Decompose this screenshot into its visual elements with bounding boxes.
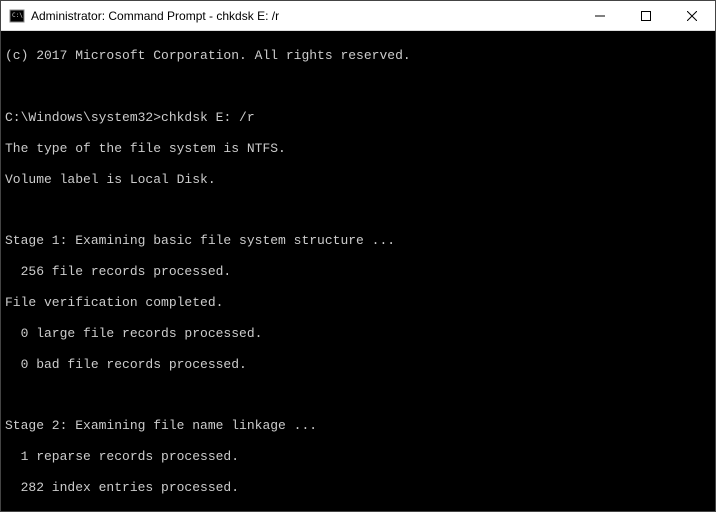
- terminal-line: [5, 79, 711, 94]
- minimize-button[interactable]: [577, 1, 623, 30]
- prompt-path: C:\Windows\system32>: [5, 110, 161, 125]
- terminal-line: The type of the file system is NTFS.: [5, 141, 711, 156]
- terminal-line: Volume label is Local Disk.: [5, 172, 711, 187]
- terminal-line: File verification completed.: [5, 295, 711, 310]
- window-title: Administrator: Command Prompt - chkdsk E…: [31, 9, 577, 23]
- terminal-line: Stage 2: Examining file name linkage ...: [5, 418, 711, 433]
- titlebar: C:\ Administrator: Command Prompt - chkd…: [1, 1, 715, 31]
- terminal-output[interactable]: (c) 2017 Microsoft Corporation. All righ…: [1, 31, 715, 511]
- terminal-line: 282 index entries processed.: [5, 480, 711, 495]
- terminal-line: 256 file records processed.: [5, 264, 711, 279]
- terminal-line: 1 reparse records processed.: [5, 449, 711, 464]
- cmd-icon: C:\: [9, 8, 25, 24]
- window-controls: [577, 1, 715, 30]
- terminal-line: [5, 387, 711, 402]
- terminal-line: [5, 202, 711, 217]
- close-button[interactable]: [669, 1, 715, 30]
- terminal-line: C:\Windows\system32>chkdsk E: /r: [5, 110, 711, 125]
- svg-text:C:\: C:\: [12, 12, 23, 19]
- prompt-command: chkdsk E: /r: [161, 110, 255, 125]
- terminal-line: 0 large file records processed.: [5, 326, 711, 341]
- terminal-line: 0 bad file records processed.: [5, 357, 711, 372]
- maximize-button[interactable]: [623, 1, 669, 30]
- terminal-line: (c) 2017 Microsoft Corporation. All righ…: [5, 48, 711, 63]
- terminal-line: Stage 1: Examining basic file system str…: [5, 233, 711, 248]
